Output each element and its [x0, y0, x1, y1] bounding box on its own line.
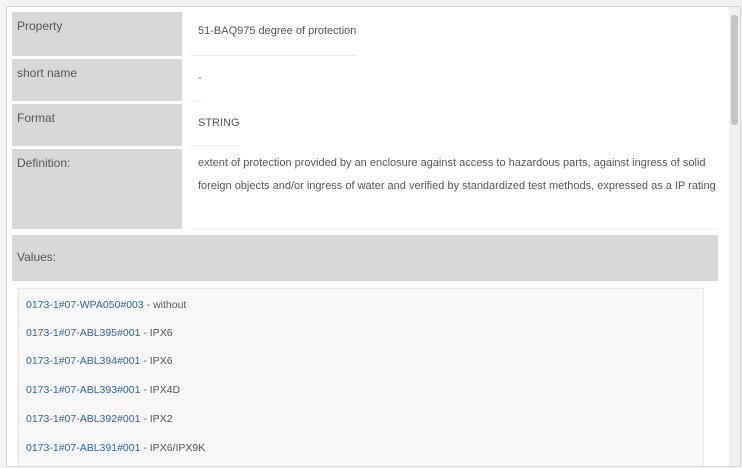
property-label: Property: [12, 12, 182, 56]
property-detail-panel: Property 51-BAQ975 degree of protection …: [6, 6, 741, 467]
list-item[interactable]: 0173-1#07-WPA050#003 - without: [26, 299, 186, 311]
property-value[interactable]: 51-BAQ975 degree of protection: [190, 12, 357, 56]
value-text: - IPX6/IPX9K: [140, 442, 206, 454]
value-text: - IPX2: [140, 413, 173, 425]
definition-row: Definition: extent of protection provide…: [12, 149, 718, 229]
definition-value[interactable]: extent of protection provided by an encl…: [190, 149, 718, 229]
list-item[interactable]: 0173-1#07-ABL392#001 - IPX2: [26, 413, 173, 425]
value-code-link[interactable]: 0173-1#07-WPA050#003: [26, 299, 144, 311]
list-item[interactable]: 0173-1#07-ABL395#001 - IPX6: [26, 327, 173, 339]
format-label: Format: [12, 104, 182, 146]
definition-label: Definition:: [12, 149, 182, 229]
values-list[interactable]: 0173-1#07-WPA050#003 - without 0173-1#07…: [18, 288, 704, 466]
short-name-value[interactable]: -: [190, 59, 202, 101]
value-code-link[interactable]: 0173-1#07-ABL393#001: [26, 384, 140, 396]
value-code-link[interactable]: 0173-1#07-ABL394#001: [26, 355, 140, 367]
list-item[interactable]: 0173-1#07-ABL391#001 - IPX6/IPX9K: [26, 442, 205, 454]
vertical-scrollbar[interactable]: [729, 7, 740, 466]
values-label: Values:: [12, 235, 718, 281]
format-value[interactable]: STRING: [190, 104, 240, 146]
short-name-row: short name -: [12, 59, 202, 101]
value-text: - IPX4D: [140, 384, 181, 396]
value-text: - IPX6: [140, 327, 173, 339]
value-code-link[interactable]: 0173-1#07-ABL391#001: [26, 442, 140, 454]
value-text: - IPX6: [140, 355, 173, 367]
format-row: Format STRING: [12, 104, 240, 146]
value-code-link[interactable]: 0173-1#07-ABL395#001: [26, 327, 140, 339]
value-text: - without: [143, 299, 187, 311]
list-item[interactable]: 0173-1#07-ABL394#001 - IPX6: [26, 355, 173, 367]
scrollbar-thumb[interactable]: [731, 15, 738, 125]
property-row: Property 51-BAQ975 degree of protection: [12, 12, 357, 56]
list-item[interactable]: 0173-1#07-ABL393#001 - IPX4D: [26, 384, 180, 396]
value-code-link[interactable]: 0173-1#07-ABL392#001: [26, 413, 140, 425]
short-name-label: short name: [12, 59, 182, 101]
